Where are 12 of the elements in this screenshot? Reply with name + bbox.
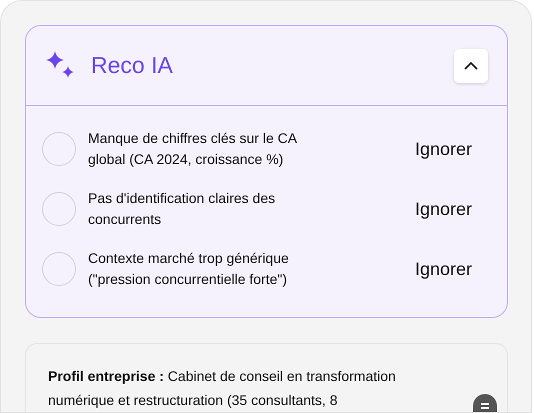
recommendation-text: Pas d'identification claires des concurrents — [88, 189, 276, 229]
ignore-button[interactable]: Ignorer — [402, 138, 484, 160]
profile-text: Profil entreprise : Cabinet de conseil en transformation numérique et restructuration (35 consultants, 8 — [48, 367, 397, 410]
checkbox[interactable] — [42, 192, 76, 226]
ignore-button[interactable]: Ignorer — [402, 258, 484, 280]
checkbox[interactable] — [42, 252, 76, 286]
recommendation-text: Manque de chiffres clés sur le CA global (CA 2024, croissance %) — [88, 129, 298, 169]
recommendation-text: Contexte marché trop générique ("pression concurrentielle forte") — [88, 249, 290, 289]
ignore-button[interactable]: Ignorer — [402, 198, 484, 220]
collapse-button[interactable] — [454, 48, 488, 82]
panel-title: Reco IA — [91, 52, 174, 79]
checkbox[interactable] — [42, 132, 76, 166]
